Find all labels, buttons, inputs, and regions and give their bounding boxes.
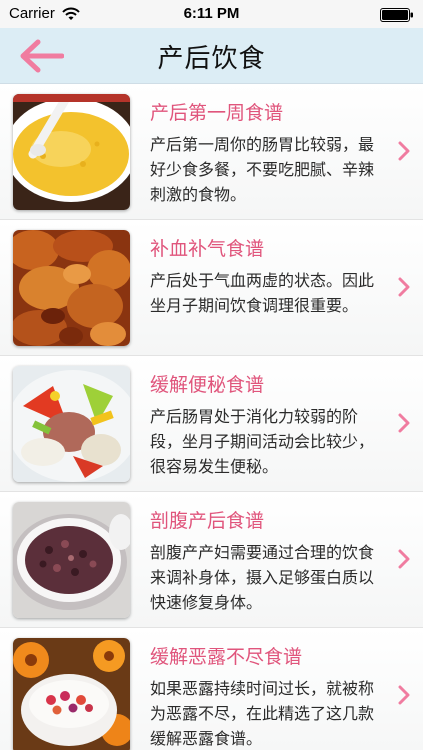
recipe-title: 补血补气食谱 <box>150 238 265 260</box>
page-title: 产后饮食 <box>157 44 266 74</box>
red-bean-soup-photo <box>13 502 130 618</box>
flower-dessert-bowl-photo <box>13 638 130 750</box>
recipe-title: 缓解便秘食谱 <box>150 374 265 396</box>
status-bar: Carrier 6:11 PM <box>0 0 423 28</box>
list-item[interactable]: 补血补气食谱 产后处于气血两虚的状态。因此坐月子期间饮食调理很重要。 <box>0 220 423 356</box>
recipe-title: 缓解恶露不尽食谱 <box>150 646 303 668</box>
status-time: 6:11 PM <box>183 5 240 22</box>
recipe-description: 如果恶露持续时间过长，就被称为恶露不尽，在此精选了这几款缓解恶露食谱。 <box>150 679 375 748</box>
recipe-description: 产后第一周你的肠胃比较弱，最好少食多餐，不要吃肥腻、辛辣刺激的食物。 <box>150 135 375 204</box>
screen: Carrier 6:11 PM 产后饮食 产后第一周食谱 产后第一周你的肠胃比较… <box>0 0 423 750</box>
vegetable-stir-fry-photo <box>13 366 130 482</box>
millet-porridge-photo <box>13 94 130 210</box>
chevron-right-icon <box>398 413 410 433</box>
chevron-right-icon <box>398 685 410 705</box>
braised-meat-photo <box>13 230 130 346</box>
recipe-description: 产后处于气血两虚的状态。因此坐月子期间饮食调理很重要。 <box>150 271 375 315</box>
list-item[interactable]: 缓解便秘食谱 产后肠胃处于消化力较弱的阶段，坐月子期间活动会比较少，很容易发生便… <box>0 356 423 492</box>
list-item[interactable]: 缓解恶露不尽食谱 如果恶露持续时间过长，就被称为恶露不尽，在此精选了这几款缓解恶… <box>0 628 423 750</box>
chevron-right-icon <box>398 277 410 297</box>
recipe-description: 剖腹产产妇需要通过合理的饮食来调补身体，摄入足够蛋白质以快速修复身体。 <box>150 543 375 612</box>
chevron-right-icon <box>398 141 410 161</box>
recipe-list: 产后第一周食谱 产后第一周你的肠胃比较弱，最好少食多餐，不要吃肥腻、辛辣刺激的食… <box>0 84 423 750</box>
chevron-right-icon <box>398 549 410 569</box>
list-item[interactable]: 产后第一周食谱 产后第一周你的肠胃比较弱，最好少食多餐，不要吃肥腻、辛辣刺激的食… <box>0 84 423 220</box>
recipe-description: 产后肠胃处于消化力较弱的阶段，坐月子期间活动会比较少，很容易发生便秘。 <box>150 407 375 476</box>
recipe-title: 剖腹产后食谱 <box>150 510 265 532</box>
navigation-bar: 产后饮食 <box>0 28 423 84</box>
recipe-title: 产后第一周食谱 <box>150 102 284 124</box>
battery-icon <box>380 8 414 22</box>
list-item[interactable]: 剖腹产后食谱 剖腹产产妇需要通过合理的饮食来调补身体，摄入足够蛋白质以快速修复身… <box>0 492 423 628</box>
